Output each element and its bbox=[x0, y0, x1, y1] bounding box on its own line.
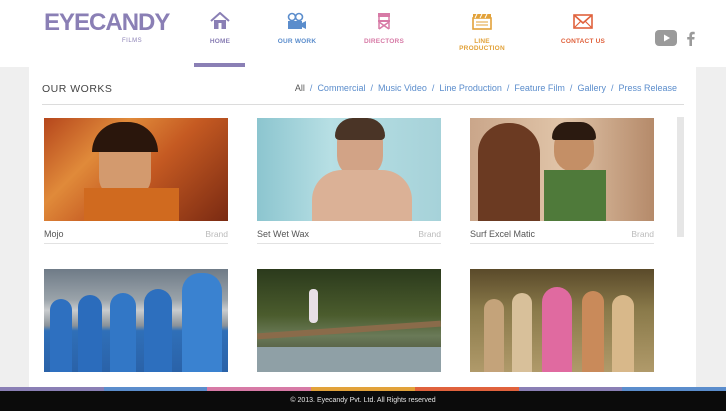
nav-line-production[interactable]: LINE PRODUCTION bbox=[451, 12, 513, 52]
work-brand: Brand bbox=[205, 229, 228, 239]
thumbnail-figure bbox=[182, 273, 222, 372]
work-title[interactable]: Surf Excel Matic bbox=[470, 229, 535, 239]
thumbnail-figure bbox=[544, 170, 606, 221]
scrollbar[interactable] bbox=[677, 117, 684, 237]
logo[interactable]: EYECANDY FILMS bbox=[44, 9, 170, 47]
thumbnail-figure bbox=[478, 123, 540, 221]
work-thumbnail[interactable] bbox=[257, 269, 441, 372]
filter-separator: / bbox=[506, 83, 510, 93]
nav-line-production-label: LINE PRODUCTION bbox=[459, 38, 505, 52]
caption-divider bbox=[44, 243, 228, 244]
nav-contact-us[interactable]: CONTACT US bbox=[560, 12, 606, 45]
work-thumbnail[interactable] bbox=[44, 118, 228, 221]
filter-separator: / bbox=[431, 83, 435, 93]
work-title[interactable]: Set Wet Wax bbox=[257, 229, 309, 239]
our-works-panel: OUR WORKS All / Commercial / Music Video / Lin… bbox=[29, 67, 696, 387]
filter-line-production[interactable]: Line Production bbox=[439, 83, 502, 93]
site-header: EYECANDY FILMS HOME OUR WORK DIRECTORS L… bbox=[0, 0, 726, 67]
thumbnail-figure bbox=[484, 299, 504, 372]
caption-divider bbox=[470, 243, 654, 244]
thumbnail-figure bbox=[50, 299, 72, 372]
thumbnail-figure bbox=[144, 289, 172, 372]
thumbnail-figure bbox=[612, 295, 634, 372]
logo-subtext: FILMS bbox=[122, 38, 143, 44]
clapperboard-icon bbox=[472, 13, 492, 30]
nav-directors[interactable]: DIRECTORS bbox=[362, 12, 406, 45]
filter-separator: / bbox=[569, 83, 573, 93]
filter-separator: / bbox=[309, 83, 313, 93]
work-thumbnail[interactable] bbox=[470, 269, 654, 372]
thumbnail-figure bbox=[552, 122, 596, 140]
filter-separator: / bbox=[370, 83, 373, 93]
facebook-icon[interactable] bbox=[686, 31, 695, 46]
nav-our-work-label: OUR WORK bbox=[277, 38, 317, 45]
site-footer: © 2013. Eyecandy Pvt. Ltd. All Rights re… bbox=[0, 391, 726, 411]
work-brand: Brand bbox=[418, 229, 441, 239]
thumbnail-figure bbox=[78, 295, 102, 372]
home-icon bbox=[210, 12, 230, 29]
thumbnail-figure bbox=[312, 170, 412, 221]
director-chair-icon bbox=[378, 13, 390, 30]
filter-feature-film[interactable]: Feature Film bbox=[514, 83, 565, 93]
caption-divider bbox=[257, 243, 441, 244]
section-title: OUR WORKS bbox=[42, 83, 113, 95]
thumbnail-figure bbox=[257, 347, 441, 372]
youtube-icon[interactable] bbox=[655, 30, 677, 46]
thumbnail-figure bbox=[92, 122, 158, 152]
filter-all[interactable]: All bbox=[295, 83, 305, 93]
header-divider bbox=[42, 104, 684, 105]
nav-home-label: HOME bbox=[209, 38, 231, 45]
work-thumbnail[interactable] bbox=[257, 118, 441, 221]
thumbnail-figure bbox=[257, 320, 441, 340]
filter-commercial[interactable]: Commercial bbox=[317, 83, 365, 93]
work-thumbnail[interactable] bbox=[44, 269, 228, 372]
nav-home[interactable]: HOME bbox=[200, 12, 240, 45]
filter-gallery[interactable]: Gallery bbox=[577, 83, 606, 93]
work-title[interactable]: Mojo bbox=[44, 229, 64, 239]
envelope-icon bbox=[573, 14, 593, 29]
filter-music-video[interactable]: Music Video bbox=[378, 83, 427, 93]
nav-contact-us-label: CONTACT US bbox=[560, 38, 606, 45]
thumbnail-figure bbox=[309, 289, 318, 323]
thumbnail-figure bbox=[335, 118, 385, 140]
work-brand: Brand bbox=[631, 229, 654, 239]
filter-separator: / bbox=[610, 83, 614, 93]
category-filters: All / Commercial / Music Video / Line Producti… bbox=[295, 83, 677, 93]
thumbnail-figure bbox=[84, 188, 179, 221]
filter-press-release[interactable]: Press Release bbox=[618, 83, 677, 93]
work-thumbnail[interactable] bbox=[470, 118, 654, 221]
thumbnail-figure bbox=[110, 293, 136, 372]
nav-our-work[interactable]: OUR WORK bbox=[276, 12, 318, 45]
video-camera-icon bbox=[287, 12, 306, 29]
thumbnail-figure bbox=[512, 293, 532, 372]
thumbnail-figure bbox=[542, 287, 572, 372]
copyright-text: © 2013. Eyecandy Pvt. Ltd. All Rights re… bbox=[290, 397, 436, 404]
nav-directors-label: DIRECTORS bbox=[364, 38, 404, 45]
thumbnail-figure bbox=[582, 291, 604, 372]
logo-text: EYECANDY bbox=[44, 9, 170, 36]
